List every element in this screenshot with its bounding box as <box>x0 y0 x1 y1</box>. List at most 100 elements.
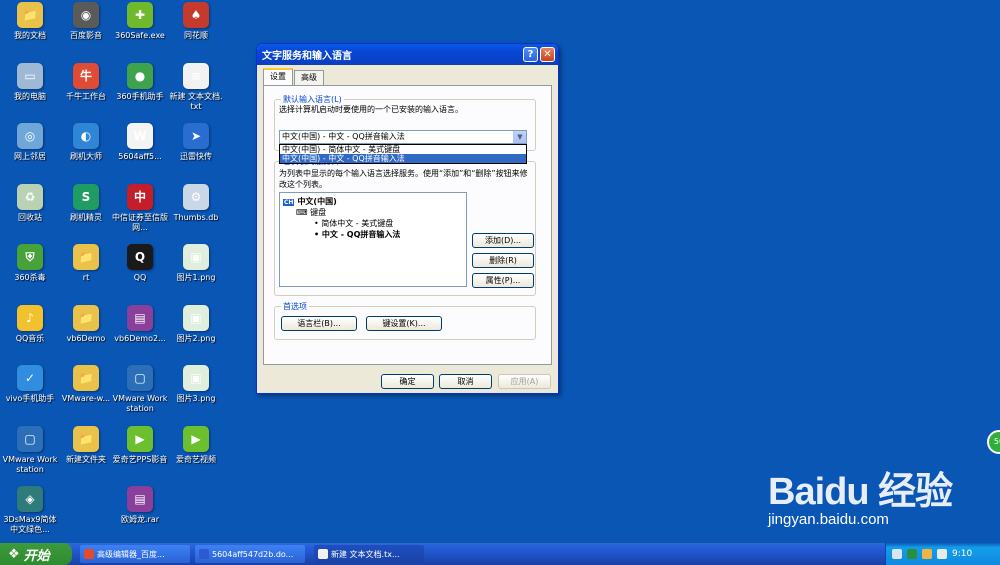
tab-advanced[interactable]: 高级 <box>294 70 324 85</box>
desktop-icon[interactable]: W 5604aff5... <box>112 123 168 162</box>
app-icon: ▶ <box>127 425 153 452</box>
taskbar-item-label: 新建 文本文档.tx... <box>331 549 400 559</box>
app-icon: ▤ <box>127 486 153 512</box>
desktop-icon[interactable]: 中中信证券至信版网... <box>112 183 168 233</box>
desktop-icon[interactable]: ▢ VMware Workstation <box>2 425 58 475</box>
services-tree[interactable]: CH 中文(中国) ⌨ 键盘 • 简体中文 - 美式键盘 • 中文 - QQ拼音输… <box>279 192 467 287</box>
default-language-description: 选择计算机启动时要使用的一个已安装的输入语言。 <box>279 105 463 114</box>
language-badge-icon: CH <box>283 199 295 206</box>
desktop-icon[interactable]: 📁 我的文档 <box>2 2 58 41</box>
add-button[interactable]: 添加(D)... <box>472 233 534 248</box>
clock[interactable]: 9:10 <box>952 549 972 559</box>
taskbar-item-notepad[interactable]: 新建 文本文档.tx... <box>314 545 424 563</box>
desktop-icon[interactable]: 📁 VMware-w... <box>58 365 114 404</box>
desktop-icon[interactable]: ▭ 我的电脑 <box>2 62 58 102</box>
floating-bubble[interactable]: 50 <box>987 430 1000 454</box>
tree-language-label: 中文(中国) <box>297 197 337 206</box>
start-button[interactable]: ❖ 开始 <box>0 543 72 565</box>
language-bar-button[interactable]: 语言栏(B)... <box>281 316 357 331</box>
desktop-icon[interactable]: ▤ 欧姆龙.rar <box>112 486 168 525</box>
desktop-icon[interactable]: 📁 rt <box>58 244 114 283</box>
installed-services-description: 为列表中显示的每个输入语言选择服务。使用“添加”和“删除”按钮来修改这个列表。 <box>279 169 528 189</box>
tree-item-qq-pinyin[interactable]: • 中文 - QQ拼音输入法 <box>314 229 400 240</box>
desktop-icon-label: vivo手机助手 <box>5 394 55 403</box>
desktop-icon[interactable]: ♻ 回收站 <box>2 183 58 223</box>
desktop-icon[interactable]: ⛨ 360杀毒 <box>2 244 58 283</box>
app-icon: ⛨ <box>17 244 43 270</box>
app-icon: 📁 <box>73 425 99 452</box>
desktop-icon[interactable]: ◉ 百度影音 <box>58 2 114 41</box>
tray-security-icon[interactable] <box>907 549 917 559</box>
keyboard-icon: ⌨ <box>296 208 311 217</box>
dropdown-option-us-keyboard[interactable]: 中文(中国) - 简体中文 - 美式键盘 <box>280 145 526 154</box>
desktop-icon[interactable]: 📁 新建文件夹 <box>58 425 114 465</box>
app-icon: ▶ <box>183 425 209 452</box>
taskbar-item-word[interactable]: 5604aff547d2b.do... <box>195 545 305 563</box>
app-icon: 中 <box>127 183 153 210</box>
desktop-icon[interactable]: 牛千牛工作台 <box>58 62 114 102</box>
tray-app-icon[interactable] <box>892 549 902 559</box>
desktop-icon[interactable]: ⚙ Thumbs.db <box>168 183 224 223</box>
tree-node-language[interactable]: CH 中文(中国) <box>283 196 337 207</box>
desktop-icon[interactable]: ▣ 图片3.png <box>168 365 224 404</box>
desktop-icon[interactable]: ≡ 新建 文本文档.txt <box>168 62 224 112</box>
desktop-icon-label: Thumbs.db <box>173 212 219 222</box>
ok-button[interactable]: 确定 <box>381 374 434 389</box>
close-button[interactable]: ✕ <box>540 47 555 62</box>
apply-button[interactable]: 应用(A) <box>498 374 551 389</box>
tree-keyboard-label: 键盘 <box>310 208 327 217</box>
chevron-down-icon[interactable]: ▼ <box>513 131 526 143</box>
desktop-icon[interactable]: ▣ 图片2.png <box>168 304 224 344</box>
cancel-button[interactable]: 取消 <box>439 374 492 389</box>
desktop-icon-label: vb6Demo <box>66 333 106 343</box>
dialog-titlebar[interactable]: 文字服务和输入语言 ? ✕ <box>257 44 558 65</box>
desktop-icon[interactable]: ♠ 同花顺 <box>168 2 224 41</box>
desktop-icon[interactable]: ▶ 爱奇艺视频 <box>168 425 224 465</box>
desktop-icon[interactable]: ◐ 刷机大师 <box>58 123 114 162</box>
tree-node-keyboard[interactable]: ⌨ 键盘 <box>296 207 326 218</box>
desktop-icon-label: 图片1.png <box>176 273 216 282</box>
desktop-icon-label: 网上邻居 <box>14 152 46 161</box>
preferences-label: 首选项 <box>281 301 309 312</box>
desktop-icon[interactable]: ◈ 3DsMax9简体中文绿色... <box>2 486 58 535</box>
system-tray: 9:10 <box>885 543 1000 565</box>
taskbar-item-browser[interactable]: 高级编辑器_百度... <box>80 545 190 563</box>
desktop-icon[interactable]: ♪ QQ音乐 <box>2 304 58 344</box>
tree-item-label: 中文 - QQ拼音输入法 <box>321 230 401 239</box>
desktop-icon-label: VMware-w... <box>61 394 111 403</box>
tab-settings[interactable]: 设置 <box>263 68 293 85</box>
help-button[interactable]: ? <box>523 47 538 62</box>
desktop-icon[interactable]: ● 360手机助手 <box>112 62 168 102</box>
dropdown-option-qq-pinyin[interactable]: 中文(中国) - 中文 - QQ拼音输入法 <box>280 154 526 163</box>
desktop-icon[interactable]: ➤ 迅雷快传 <box>168 123 224 162</box>
app-icon: ✓ <box>17 365 43 391</box>
remove-button[interactable]: 删除(R) <box>472 253 534 268</box>
app-icon: ▣ <box>183 244 209 270</box>
properties-button[interactable]: 属性(P)... <box>472 273 534 288</box>
key-settings-button[interactable]: 键设置(K)... <box>366 316 442 331</box>
desktop-icon[interactable]: ▣ 图片1.png <box>168 244 224 283</box>
desktop-icon[interactable]: Q QQ <box>112 244 168 283</box>
text-services-dialog: 文字服务和输入语言 ? ✕ 设置 高级 默认输入语言(L) 选择计算机启动时要使… <box>256 43 559 394</box>
app-icon: ● <box>127 62 153 89</box>
desktop-icon[interactable]: S 刷机精灵 <box>58 183 114 223</box>
app-icon: 📁 <box>17 2 43 28</box>
desktop-icon-label: 回收站 <box>18 212 42 222</box>
tree-item-us-keyboard[interactable]: • 简体中文 - 美式键盘 <box>314 218 393 229</box>
taskbar-item-label: 5604aff547d2b.do... <box>212 549 294 559</box>
tray-network-icon[interactable] <box>922 549 932 559</box>
app-icon: 牛 <box>73 62 99 89</box>
desktop-icon[interactable]: 📁 vb6Demo <box>58 304 114 344</box>
desktop-icon-label: 迅雷快传 <box>180 152 212 161</box>
desktop-icon[interactable]: ✚ 360Safe.exe <box>112 2 168 41</box>
desktop-icon-label: 360杀毒 <box>14 273 46 282</box>
desktop-icon[interactable]: ▢ VMware Workstation <box>112 365 168 414</box>
desktop-icon[interactable]: ▤ vb6Demo2... <box>112 304 168 344</box>
desktop-icon[interactable]: ▶ 爱奇艺PPS影音 <box>112 425 168 465</box>
desktop-icon-label: 360Safe.exe <box>115 31 165 40</box>
desktop-icon[interactable]: ✓ vivo手机助手 <box>2 365 58 404</box>
tray-volume-icon[interactable] <box>937 549 947 559</box>
desktop-icon[interactable]: ◎ 网上邻居 <box>2 123 58 162</box>
default-language-select[interactable]: 中文(中国) - 中文 - QQ拼音输入法 ▼ <box>279 130 527 144</box>
notepad-icon <box>318 549 328 559</box>
